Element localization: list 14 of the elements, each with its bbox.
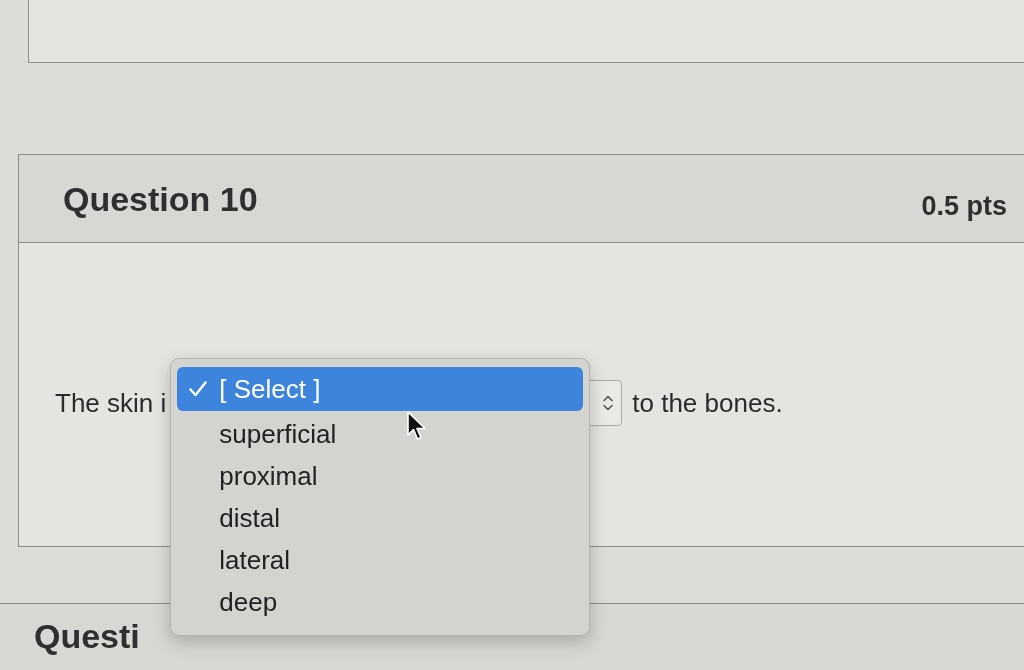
- chevron-icon: [603, 395, 614, 411]
- dropdown-option[interactable]: lateral: [177, 539, 584, 581]
- check-icon: [189, 381, 208, 397]
- dropdown-option[interactable]: superficial: [177, 413, 584, 455]
- points-label: 0.5 pts: [921, 189, 1007, 223]
- pointer-icon: [407, 411, 428, 441]
- dropdown-option[interactable]: [ Select ]: [177, 367, 584, 411]
- question-title: Questi: [34, 617, 140, 655]
- question-title: Question 10: [63, 178, 258, 219]
- dropdown-option[interactable]: deep: [177, 581, 584, 623]
- question-text: The skin i: [55, 387, 167, 419]
- dropdown-option[interactable]: distal: [177, 497, 584, 539]
- dropdown-option[interactable]: proximal: [177, 455, 584, 497]
- question-text: to the bones.: [632, 387, 783, 419]
